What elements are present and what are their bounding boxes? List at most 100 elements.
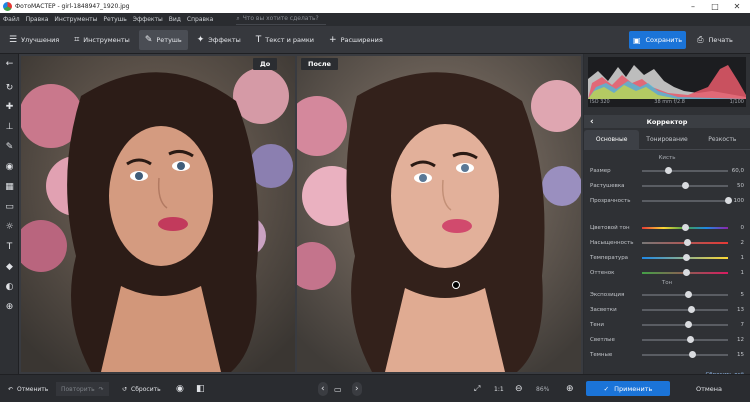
tab-text-frames[interactable]: T Текст и рамки	[250, 30, 320, 50]
next-image-button[interactable]: ›	[352, 382, 362, 396]
tab-basic[interactable]: Основные	[584, 130, 640, 150]
slider-row: Экспозиция 5	[590, 289, 744, 301]
slider-knob[interactable]	[682, 182, 689, 189]
brush-icon: ✎	[144, 34, 153, 45]
compare-icon[interactable]: ◧	[196, 382, 205, 396]
prev-image-button[interactable]: ‹	[318, 382, 328, 396]
brush-tool-icon[interactable]: ✎	[3, 140, 16, 153]
after-label: После	[301, 58, 338, 70]
slider-row: Тени 7	[590, 319, 744, 331]
slider-track[interactable]	[642, 269, 728, 276]
before-image[interactable]: До	[21, 56, 295, 372]
undo-button[interactable]: ↶ Отменить	[8, 382, 48, 396]
tab-retouch[interactable]: ✎ Ретушь	[138, 29, 188, 50]
back-arrow-icon[interactable]: ←	[3, 57, 16, 70]
slider-label: Темные	[590, 352, 613, 358]
slider-track[interactable]	[642, 306, 728, 313]
slider-knob[interactable]	[682, 269, 690, 276]
tab-effects[interactable]: ✦ Эффекты	[191, 30, 247, 50]
tab-toning[interactable]: Тонирование	[639, 130, 695, 150]
rotate-icon[interactable]: ↻	[3, 81, 16, 94]
slider-knob[interactable]	[687, 336, 695, 343]
slider-label: Температура	[590, 255, 629, 261]
save-icon: ▣	[632, 35, 641, 45]
radial-filter-icon[interactable]: ◉	[3, 160, 16, 173]
reset-button[interactable]: ↺ Сбросить	[122, 382, 161, 396]
slider-track[interactable]	[642, 336, 728, 343]
healing-icon[interactable]: ✚	[3, 100, 16, 113]
slider-row: Оттенок 1	[590, 267, 744, 279]
slider-row: Темные 15	[590, 349, 744, 361]
search-box[interactable]: ⌕ Что вы хотите сделать?	[236, 14, 327, 25]
cancel-button[interactable]: Отмена	[676, 381, 742, 396]
gradient-icon[interactable]: ▦	[3, 180, 16, 193]
slider-knob[interactable]	[684, 291, 692, 298]
redo-button[interactable]: Повторить ↷	[56, 382, 109, 396]
slider-track[interactable]	[642, 254, 728, 261]
zoom-out-icon[interactable]: ⊖	[515, 382, 523, 396]
slider-track[interactable]	[642, 239, 728, 246]
menu-view[interactable]: Вид	[166, 16, 184, 23]
print-button[interactable]: ⎙ Печать	[690, 31, 740, 49]
slider-knob[interactable]	[682, 254, 690, 261]
slider-value: 60,0	[731, 168, 744, 174]
vignette-icon[interactable]: ▭	[3, 200, 16, 213]
slider-row: Растушевка 50	[590, 180, 744, 192]
replace-bg-icon[interactable]: ◐	[3, 280, 16, 293]
check-icon: ✓	[603, 384, 610, 393]
menu-effects[interactable]: Эффекты	[130, 16, 166, 23]
slider-knob[interactable]	[664, 167, 672, 174]
menu-file[interactable]: Файл	[0, 16, 23, 23]
zoom-in-icon[interactable]: ⊕	[566, 382, 574, 396]
search-input[interactable]: Что вы хотите сделать?	[243, 15, 319, 22]
slider-knob[interactable]	[688, 351, 696, 358]
slider-track[interactable]	[642, 291, 728, 298]
slider-row: Цветовой тон 0	[590, 222, 744, 234]
slider-value: 7	[740, 322, 745, 328]
slider-knob[interactable]	[683, 239, 691, 246]
maximize-button[interactable]: □	[704, 0, 726, 13]
slider-knob[interactable]	[682, 224, 689, 231]
folder-icon[interactable]: ▭	[334, 382, 342, 396]
after-photo	[297, 56, 581, 372]
slider-track[interactable]	[642, 351, 728, 358]
menu-edit[interactable]: Правка	[23, 16, 52, 23]
globe-icon[interactable]: ⊕	[3, 300, 16, 313]
light-icon[interactable]: ☼	[3, 220, 16, 233]
menu-retouch[interactable]: Ретушь	[100, 16, 129, 23]
fit-screen-icon[interactable]: ⤢	[474, 382, 480, 396]
chevron-left-icon[interactable]: ‹	[590, 117, 594, 127]
slider-track[interactable]	[642, 321, 728, 328]
slider-track[interactable]	[642, 182, 728, 189]
app-logo-icon	[3, 2, 12, 11]
slider-track[interactable]	[642, 224, 728, 231]
menu-help[interactable]: Справка	[184, 16, 216, 23]
slider-knob[interactable]	[685, 321, 693, 328]
slider-knob[interactable]	[688, 306, 696, 313]
photo-canvas[interactable]: До После	[19, 54, 583, 374]
search-icon: ⌕	[236, 14, 240, 22]
after-image[interactable]: После	[297, 56, 581, 372]
slider-row: Светлые 12	[590, 334, 744, 346]
minimize-button[interactable]: –	[682, 0, 704, 13]
fill-icon[interactable]: ◆	[3, 260, 16, 273]
menu-tools[interactable]: Инструменты	[51, 16, 100, 23]
stamp-icon[interactable]: ⊥	[3, 120, 16, 133]
tab-tools[interactable]: ⌗ Инструменты	[68, 30, 136, 50]
text-tool-icon[interactable]: T	[3, 240, 16, 253]
slider-knob[interactable]	[725, 197, 732, 204]
tab-sharpness[interactable]: Резкость	[694, 130, 750, 150]
before-label: До	[253, 58, 278, 70]
save-button[interactable]: ▣ Сохранить	[629, 31, 686, 49]
actual-size-button[interactable]: 1:1	[494, 382, 504, 396]
slider-row: Прозрачность 100	[590, 195, 744, 207]
slider-value: 15	[737, 352, 744, 358]
slider-track[interactable]	[642, 197, 732, 204]
apply-button[interactable]: ✓ Применить	[586, 381, 670, 396]
title-bar: ФотоМАСТЕР - girl-1848947_1920.jpg – □ ✕	[0, 0, 750, 13]
close-button[interactable]: ✕	[726, 0, 748, 13]
tab-extensions[interactable]: + Расширения	[323, 30, 389, 50]
slider-track[interactable]	[642, 167, 728, 174]
tab-enhancements[interactable]: ☰ Улучшения	[3, 30, 65, 50]
eye-icon[interactable]: ◉	[176, 382, 184, 396]
